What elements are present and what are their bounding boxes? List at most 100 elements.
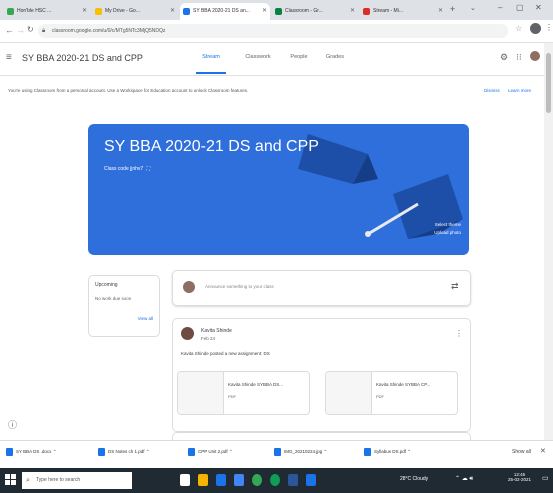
- menu-dots-icon[interactable]: ⋮: [545, 23, 553, 32]
- attachment-card[interactable]: Kavita Shinde SYBBA CP... PDF: [325, 371, 458, 415]
- tab-grades[interactable]: Grades: [320, 54, 350, 60]
- classroom-app-bar: ≡ SY BBA 2020-21 DS and CPP Stream Class…: [0, 43, 553, 76]
- photos-icon[interactable]: [306, 474, 316, 486]
- tab-favicon-icon: [7, 8, 14, 15]
- store-icon[interactable]: [216, 474, 226, 486]
- edge-icon[interactable]: [270, 474, 280, 486]
- author-avatar: [181, 327, 194, 340]
- tab-label: Stream: [202, 54, 220, 60]
- help-icon[interactable]: ⓘ: [8, 418, 17, 431]
- chrome-icon[interactable]: [252, 474, 262, 486]
- maximize-icon[interactable]: ▢: [516, 3, 524, 12]
- download-item[interactable]: SY BBA DS .docx ⌃: [4, 445, 56, 459]
- user-avatar[interactable]: [530, 51, 540, 61]
- clock-date: 25-02-2021: [508, 477, 532, 482]
- word-icon[interactable]: [288, 474, 298, 486]
- weather-widget[interactable]: 28°C Cloudy: [400, 476, 428, 482]
- tab-favicon-icon: [363, 8, 370, 15]
- new-tab-icon[interactable]: +: [450, 4, 455, 14]
- download-item[interactable]: CPP Unit 2.pdf ⌃: [186, 445, 233, 459]
- browser-tab[interactable]: Hon'ble HSC ... ✕: [4, 3, 90, 20]
- browser-tab[interactable]: My Drive - Go... ✕: [92, 3, 178, 20]
- mail-icon[interactable]: [234, 474, 244, 486]
- file-icon: [274, 448, 281, 456]
- attachment-card[interactable]: Kavita Shinde SYBBA DS... PDF: [177, 371, 310, 415]
- tab-label: My Drive - Go...: [105, 8, 141, 14]
- show-all-downloads[interactable]: Show all: [512, 445, 531, 459]
- star-icon[interactable]: ☆: [515, 24, 522, 33]
- browser-tab-bar: Hon'ble HSC ... ✕ My Drive - Go... ✕ SY …: [0, 0, 553, 20]
- clock[interactable]: 12:45 25-02-2021: [508, 472, 531, 482]
- minimize-icon[interactable]: –: [498, 3, 502, 12]
- settings-gear-icon[interactable]: ⚙: [500, 52, 508, 63]
- tab-label: Grades: [325, 54, 345, 60]
- close-icon[interactable]: ✕: [262, 3, 267, 20]
- more-options-icon[interactable]: ⋮: [455, 329, 463, 338]
- fullscreen-icon[interactable]: ⛶: [147, 166, 151, 172]
- tab-search-icon[interactable]: ⌄: [470, 4, 476, 12]
- scrollbar-thumb[interactable]: [546, 53, 551, 113]
- attachment-type: PDF: [376, 394, 384, 399]
- forward-icon[interactable]: →: [16, 25, 25, 35]
- back-icon[interactable]: ←: [5, 25, 14, 35]
- browser-tab-active[interactable]: SY BBA 2020-21 DS an... ✕: [180, 3, 270, 20]
- close-window-icon[interactable]: ✕: [535, 3, 542, 12]
- close-icon[interactable]: ✕: [350, 3, 355, 20]
- upload-photo-link[interactable]: Upload photo: [434, 230, 461, 235]
- address-bar[interactable]: 🔒︎ classroom.google.com/u/0/c/MTg5NTc3Mj…: [38, 24, 508, 38]
- windows-start-icon[interactable]: [5, 474, 17, 486]
- search-placeholder: Type here to search: [36, 477, 81, 483]
- composer-placeholder: Announce something to your class: [205, 284, 274, 289]
- close-icon[interactable]: ✕: [170, 3, 175, 20]
- banner-text: You're using Classroom from a personal a…: [8, 88, 249, 93]
- search-icon: ⌕: [26, 477, 30, 484]
- download-label: DS Notes ch 1.pdf: [108, 449, 145, 454]
- tab-label: Stream - Mi...: [373, 8, 404, 14]
- attachment-name: Kavita Shinde SYBBA DS...: [228, 382, 284, 387]
- browser-toolbar: ← → ↻ 🔒︎ classroom.google.com/u/0/c/MTg5…: [0, 20, 553, 43]
- download-item[interactable]: Syllabus DS.pdf ⌃: [362, 445, 411, 459]
- browser-tab[interactable]: Classroom - Gr... ✕: [272, 3, 358, 20]
- download-item[interactable]: IMG_20210224.jpg ⌃: [272, 445, 327, 459]
- tab-label: Classwork: [245, 54, 271, 60]
- download-label: Syllabus DS.pdf: [374, 449, 407, 454]
- view-all-link[interactable]: View all: [138, 316, 153, 321]
- browser-tab[interactable]: Stream - Mi... ✕: [360, 3, 446, 20]
- dismiss-link[interactable]: Dismiss: [484, 84, 500, 98]
- select-theme-link[interactable]: Select theme: [434, 222, 461, 227]
- post-date: Feb 24: [201, 336, 216, 341]
- file-icon: [6, 448, 13, 456]
- explorer-icon[interactable]: [198, 474, 208, 486]
- theme-actions: Select theme Upload photo: [434, 222, 461, 235]
- apps-grid-icon[interactable]: ⁝⁝: [516, 52, 522, 63]
- tab-stream[interactable]: Stream: [196, 54, 226, 60]
- announcement-composer[interactable]: Announce something to your class ⇄: [172, 270, 471, 306]
- download-label: CPP Unit 2.pdf: [198, 449, 228, 454]
- graduation-cap-illustration: [298, 134, 463, 239]
- hamburger-menu-icon[interactable]: ≡: [6, 52, 12, 63]
- close-icon[interactable]: ✕: [438, 3, 443, 20]
- active-tab-indicator: [196, 72, 226, 74]
- tab-people[interactable]: People: [284, 54, 314, 60]
- attachment-thumbnail: [178, 372, 224, 414]
- close-icon[interactable]: ✕: [82, 3, 87, 20]
- learn-more-link[interactable]: Learn more: [508, 84, 531, 98]
- task-view-icon[interactable]: [180, 474, 190, 486]
- download-item[interactable]: DS Notes ch 1.pdf ⌃: [96, 445, 150, 459]
- tab-classwork[interactable]: Classwork: [240, 54, 276, 60]
- notification-icon[interactable]: ▭: [542, 474, 549, 482]
- user-avatar: [183, 281, 195, 293]
- repost-icon[interactable]: ⇄: [451, 281, 459, 292]
- tab-favicon-icon: [95, 8, 102, 15]
- page-scrollbar[interactable]: [544, 43, 553, 440]
- tab-label: People: [290, 54, 308, 60]
- download-label: SY BBA DS .docx: [16, 449, 52, 454]
- taskbar-search-box[interactable]: ⌕ Type here to search: [22, 472, 132, 489]
- attachment-type: PDF: [228, 394, 236, 399]
- profile-avatar[interactable]: [530, 23, 541, 34]
- reload-icon[interactable]: ↻: [27, 25, 34, 34]
- class-title[interactable]: SY BBA 2020-21 DS and CPP: [22, 53, 143, 63]
- tray-icons[interactable]: ⌃ ☁ 🔊︎: [455, 475, 473, 483]
- close-downloads-icon[interactable]: ✕: [540, 445, 546, 459]
- file-icon: [364, 448, 371, 456]
